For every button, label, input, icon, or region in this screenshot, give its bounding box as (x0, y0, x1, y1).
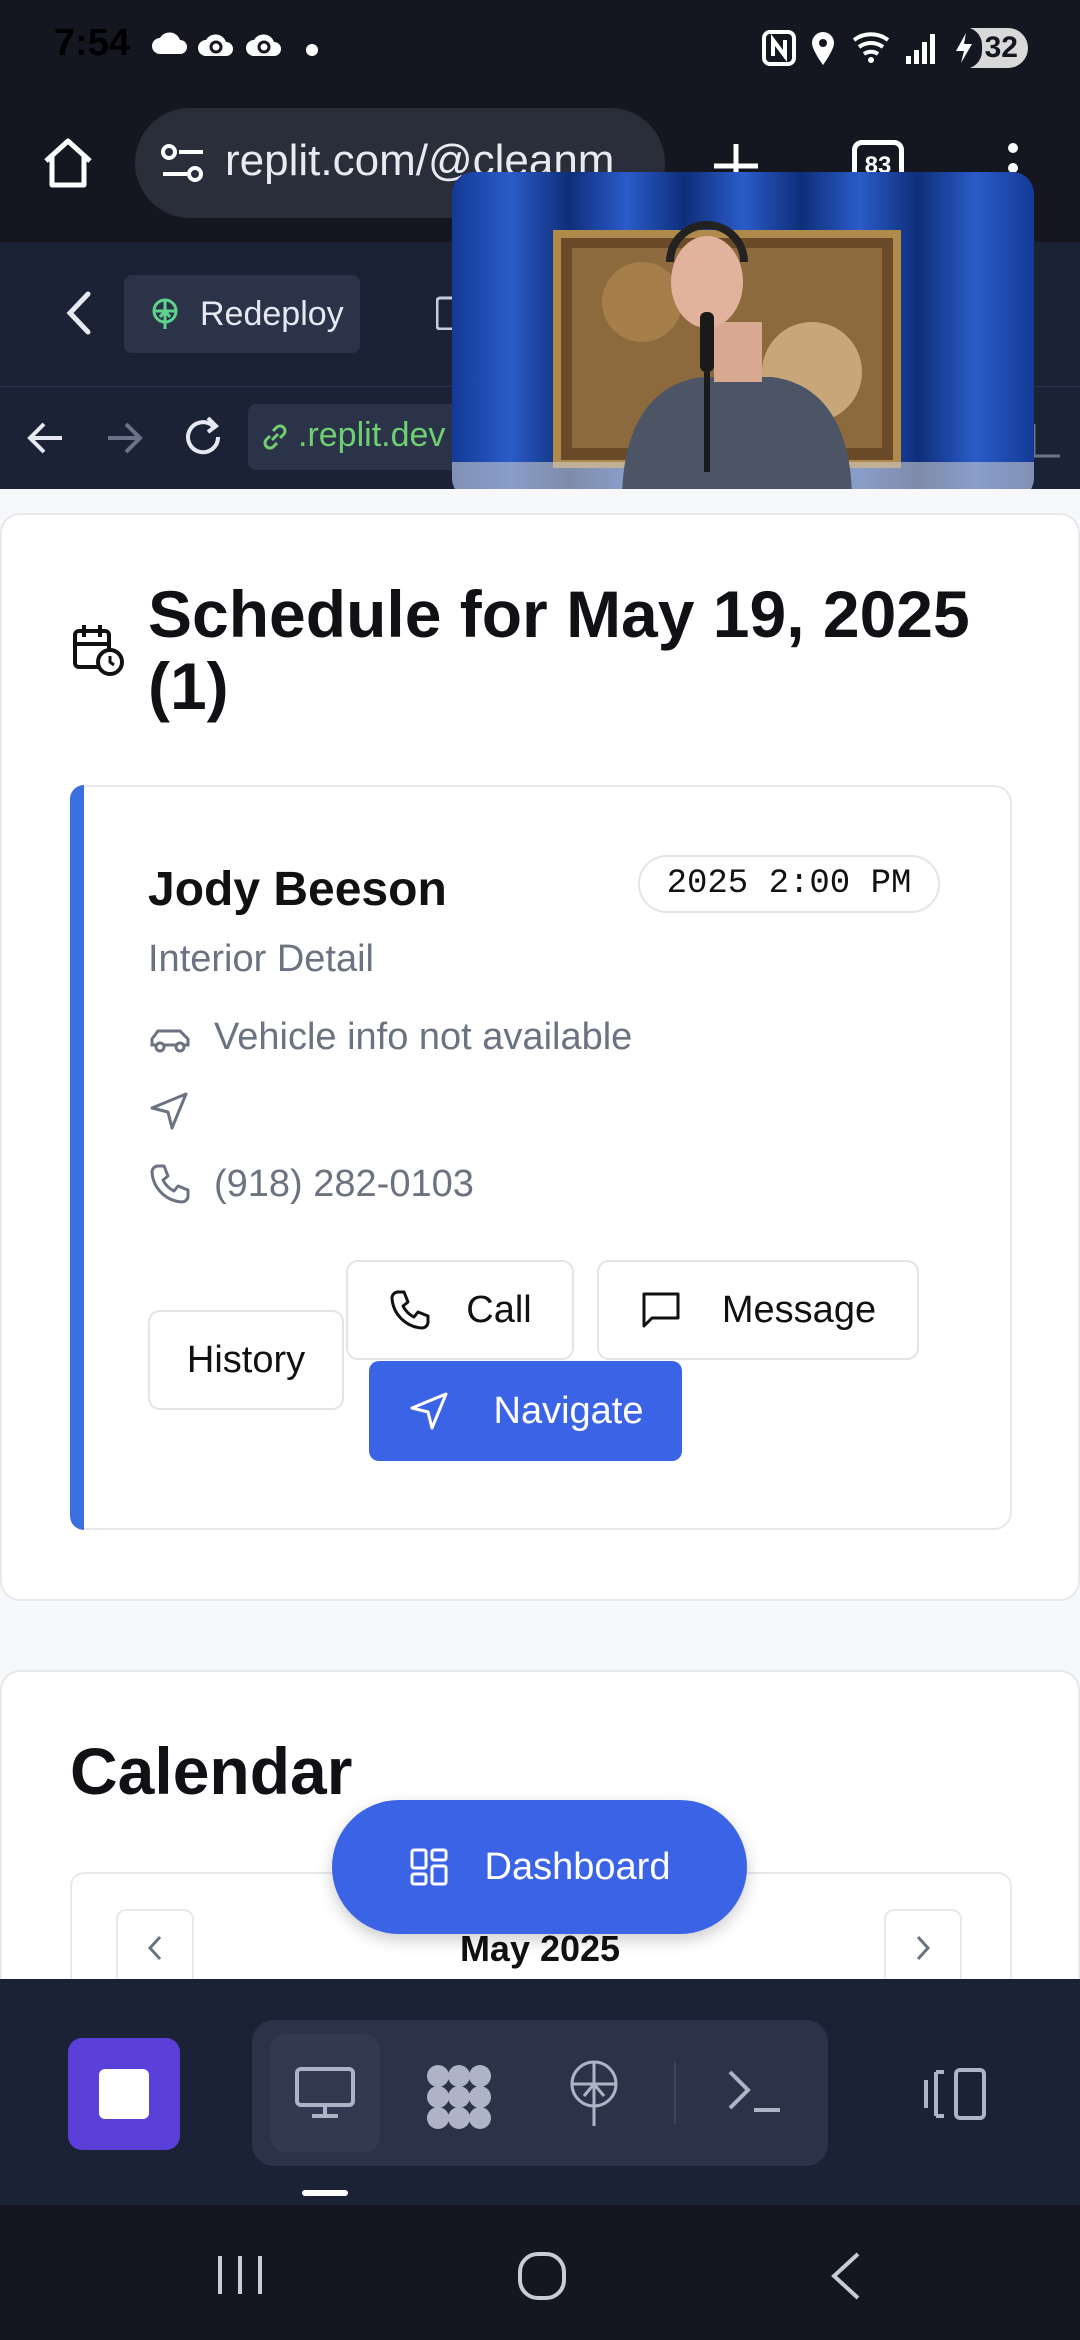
notification-dot-icon (306, 44, 318, 56)
navigate-label: Navigate (493, 1389, 644, 1432)
deploy-icon[interactable] (564, 2058, 624, 2128)
schedule-title: Schedule for May 19, 2025 (1) (148, 577, 970, 723)
back-chevron-icon[interactable] (62, 290, 98, 336)
battery-indicator: 32 (946, 27, 1028, 69)
service-type: Interior Detail (148, 938, 374, 980)
appointment-accent-bar (70, 785, 84, 1530)
status-time: 7:54 (54, 22, 131, 64)
terminal-icon[interactable] (726, 2066, 782, 2116)
message-icon (642, 1292, 680, 1328)
charging-icon (946, 27, 982, 69)
phone-icon (390, 1290, 430, 1330)
client-name: Jody Beeson (148, 863, 447, 916)
monitor-icon (295, 2067, 355, 2118)
tool-preview-button[interactable] (270, 2034, 380, 2152)
vehicle-row: Vehicle info not available (148, 1016, 632, 1059)
address-row (148, 1090, 212, 1132)
apps-grid-icon[interactable] (424, 2062, 494, 2132)
link-icon (263, 424, 287, 450)
video-frame (452, 172, 1034, 500)
home-button-icon[interactable] (516, 2250, 568, 2302)
navigation-arrow-icon (150, 1092, 188, 1130)
history-button[interactable]: History (148, 1310, 344, 1410)
navigate-button[interactable]: Navigate (369, 1361, 682, 1461)
recent-apps-icon[interactable] (214, 2252, 266, 2298)
open-external-icon[interactable] (1030, 414, 1066, 460)
next-month-button[interactable] (884, 1909, 962, 1987)
redeploy-label: Redeploy (200, 294, 344, 333)
chevron-left-icon (147, 1935, 162, 1961)
call-button[interactable]: Call (346, 1260, 574, 1360)
deploy-icon (152, 298, 178, 329)
appointment-time-badge: 2025 2:00 PM (638, 855, 940, 913)
wifi-icon (852, 32, 890, 63)
redeploy-button[interactable]: Redeploy (124, 275, 360, 353)
dashboard-button[interactable]: Dashboard (332, 1800, 747, 1934)
navigation-arrow-icon (410, 1392, 447, 1430)
call-label: Call (466, 1288, 532, 1331)
prev-month-button[interactable] (116, 1909, 194, 1987)
cloud-sync-icon (198, 34, 233, 56)
phone-row: (918) 282-0103 (148, 1162, 474, 1206)
layout-switch-icon[interactable] (922, 2066, 988, 2122)
forward-arrow-icon[interactable] (104, 420, 144, 456)
active-tool-indicator (302, 2190, 348, 2196)
cloud-icon (152, 32, 187, 54)
history-label: History (186, 1338, 306, 1381)
phone-icon (150, 1164, 190, 1204)
home-icon[interactable] (40, 135, 96, 191)
back-button-icon[interactable] (826, 2250, 866, 2302)
car-icon (150, 1029, 190, 1052)
site-settings-icon[interactable] (159, 140, 207, 186)
nfc-icon (762, 30, 796, 66)
calendar-clock-icon (73, 625, 124, 676)
phone-number[interactable]: (918) 282-0103 (214, 1163, 474, 1206)
dashboard-label: Dashboard (484, 1845, 671, 1888)
chevron-right-icon (916, 1935, 931, 1961)
calendar-title: Calendar (70, 1734, 353, 1808)
battery-level: 32 (984, 31, 1018, 64)
vehicle-info: Vehicle info not available (214, 1016, 633, 1058)
message-label: Message (721, 1288, 877, 1331)
video-overlay[interactable] (452, 172, 1034, 500)
dashboard-icon (410, 1848, 448, 1886)
month-label: May 2025 (459, 1928, 621, 1969)
stop-icon (99, 2069, 149, 2119)
tool-divider (674, 2062, 676, 2124)
back-arrow-icon[interactable] (26, 420, 66, 456)
refresh-icon[interactable] (180, 414, 226, 460)
message-button[interactable]: Message (597, 1260, 919, 1360)
location-icon (812, 32, 834, 65)
cloud-sync-icon (246, 34, 281, 56)
dev-url-text: .replit.dev (298, 416, 446, 454)
signal-icon (906, 34, 935, 64)
stop-button[interactable] (68, 2038, 180, 2150)
